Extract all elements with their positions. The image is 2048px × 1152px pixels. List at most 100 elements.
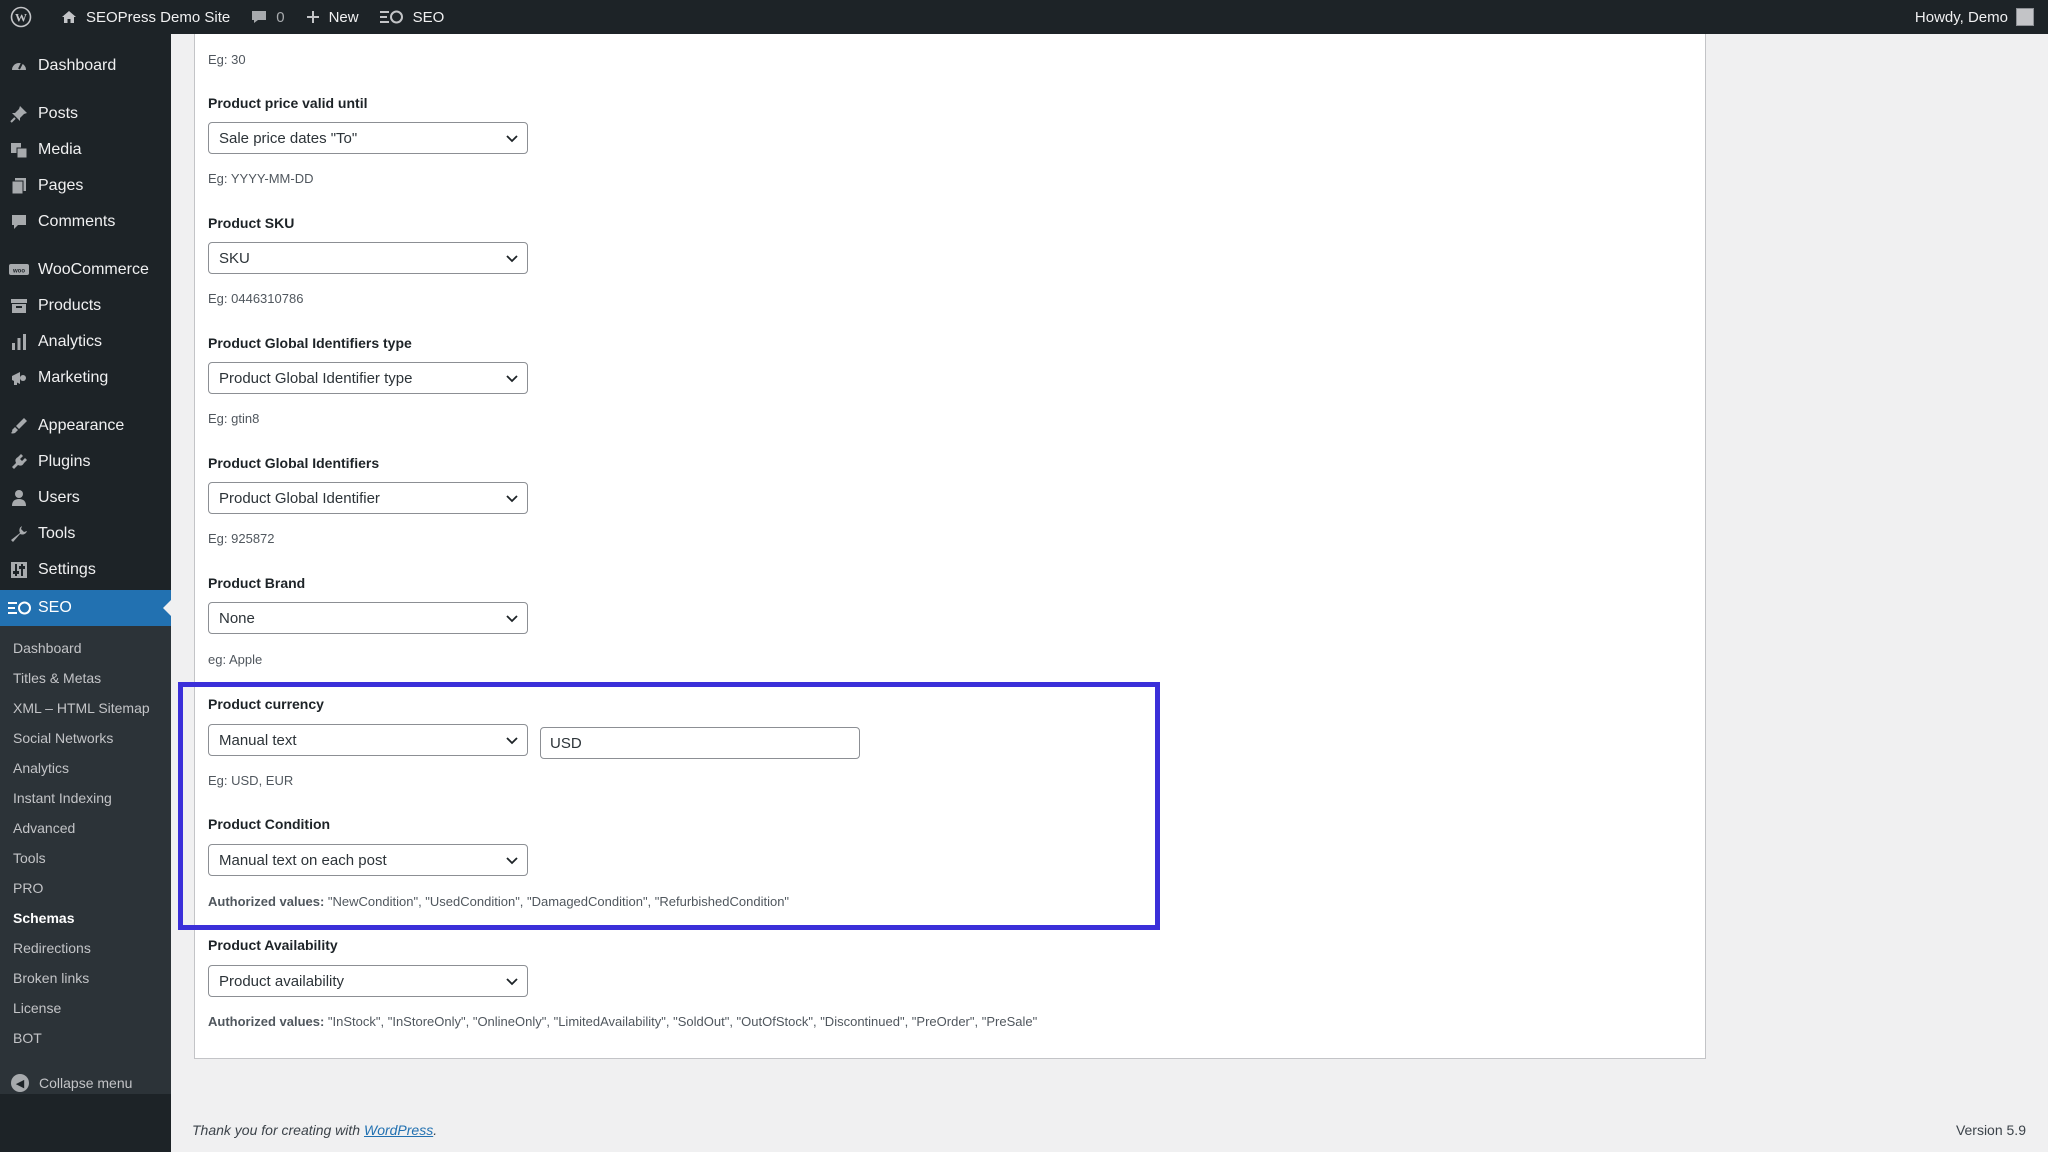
submenu-item-bot[interactable]: BOT [13, 1027, 42, 1049]
field-label-global-identifiers-type: Product Global Identifiers type [208, 335, 412, 351]
field-help: Eg: 0446310786 [208, 291, 304, 306]
sidebar-item-plugins[interactable]: Plugins [0, 444, 171, 480]
sidebar-item-appearance[interactable]: Appearance [0, 408, 171, 444]
seo-submenu: Dashboard Titles & Metas XML – HTML Site… [0, 626, 171, 1094]
site-name: SEOPress Demo Site [86, 8, 231, 26]
submenu-item-analytics[interactable]: Analytics [13, 757, 69, 779]
select-value: Sale price dates "To" [219, 129, 358, 147]
select-value: SKU [219, 249, 250, 267]
submenu-item-schemas[interactable]: Schemas [13, 907, 74, 929]
current-menu-arrow [163, 600, 171, 616]
availability-select[interactable]: Product availability [208, 965, 528, 997]
sidebar-item-label: Pages [38, 177, 84, 194]
footer-thanks: Thank you for creating with WordPress. [192, 1122, 437, 1138]
field-label-sku: Product SKU [208, 215, 295, 231]
sidebar-item-label: Plugins [38, 453, 91, 470]
sidebar-item-dashboard[interactable]: Dashboard [0, 48, 171, 84]
sidebar-item-label: Analytics [38, 333, 103, 350]
help-prefix: Authorized values: [208, 1014, 325, 1029]
seo-adminbar-link[interactable]: SEO [369, 0, 455, 34]
sidebar-item-label: Products [38, 297, 102, 314]
user-icon [9, 488, 29, 508]
bar-chart-icon [9, 332, 29, 352]
price-valid-until-select[interactable]: Sale price dates "To" [208, 122, 528, 154]
footer-thanks-text: Thank you for creating with [192, 1122, 361, 1138]
sidebar-item-media[interactable]: Media [0, 132, 171, 168]
sidebar-item-label: WooCommerce [38, 261, 149, 278]
seo-icon [379, 10, 403, 24]
sidebar-item-pages[interactable]: Pages [0, 168, 171, 204]
sidebar-item-comments[interactable]: Comments [0, 204, 171, 240]
select-value: None [219, 609, 255, 627]
avatar [2016, 8, 2034, 26]
admin-sidebar: Dashboard Posts Media Pages Comments woo… [0, 34, 171, 1152]
submenu-item-advanced[interactable]: Advanced [13, 817, 75, 839]
sidebar-item-posts[interactable]: Posts [0, 96, 171, 132]
sidebar-item-settings[interactable]: Settings [0, 552, 171, 588]
sidebar-item-products[interactable]: Products [0, 288, 171, 324]
woo-icon: woo [9, 260, 29, 280]
pages-icon [9, 176, 29, 196]
comments-link[interactable]: 0 [240, 0, 294, 34]
sku-select[interactable]: SKU [208, 242, 528, 274]
sidebar-item-label: SEO [38, 599, 72, 616]
chevron-down-icon [506, 495, 518, 503]
field-label-availability: Product Availability [208, 937, 338, 953]
collapse-menu-button[interactable]: ◀ Collapse menu [0, 1066, 171, 1100]
submenu-item-sitemap[interactable]: XML – HTML Sitemap [13, 697, 150, 719]
sidebar-item-analytics[interactable]: Analytics [0, 324, 171, 360]
svg-text:woo: woo [12, 269, 25, 275]
select-value: Product availability [219, 972, 345, 990]
wordpress-link[interactable]: WordPress [364, 1122, 433, 1138]
field-label-price-valid-until: Product price valid until [208, 95, 368, 111]
select-value: Product Global Identifier type [219, 369, 413, 387]
submenu-item-titles-metas[interactable]: Titles & Metas [13, 667, 101, 689]
account-menu[interactable]: Howdy, Demo [1915, 8, 2048, 26]
sidebar-item-marketing[interactable]: Marketing [0, 360, 171, 396]
field-help: Eg: 30 [208, 52, 246, 67]
submenu-item-tools[interactable]: Tools [13, 847, 46, 869]
sidebar-item-seo[interactable]: SEO [0, 590, 171, 626]
global-identifiers-select[interactable]: Product Global Identifier [208, 482, 528, 514]
submenu-item-instant-indexing[interactable]: Instant Indexing [13, 787, 112, 809]
field-help: eg: Apple [208, 652, 263, 667]
sidebar-item-woocommerce[interactable]: woo WooCommerce [0, 252, 171, 288]
sidebar-item-users[interactable]: Users [0, 480, 171, 516]
wordpress-logo-icon[interactable]: W [0, 0, 50, 34]
chevron-down-icon [506, 135, 518, 143]
global-identifiers-type-select[interactable]: Product Global Identifier type [208, 362, 528, 394]
collapse-menu-label: Collapse menu [39, 1075, 133, 1091]
submenu-item-broken-links[interactable]: Broken links [13, 967, 89, 989]
collapse-arrow-icon: ◀ [11, 1074, 29, 1092]
sidebar-item-label: Marketing [38, 369, 109, 386]
seo-label: SEO [412, 8, 445, 26]
field-help: Eg: YYYY-MM-DD [208, 171, 314, 186]
pin-icon [9, 104, 29, 124]
new-content-link[interactable]: New [295, 0, 369, 34]
archive-icon [9, 296, 29, 316]
highlight-box [178, 682, 1160, 930]
submenu-item-dashboard[interactable]: Dashboard [13, 637, 82, 659]
sidebar-item-label: Users [38, 489, 80, 506]
sidebar-item-label: Dashboard [38, 57, 117, 74]
submenu-item-license[interactable]: License [13, 997, 61, 1019]
select-value: Product Global Identifier [219, 489, 380, 507]
svg-text:W: W [15, 11, 27, 25]
brush-icon [9, 416, 29, 436]
chevron-down-icon [506, 255, 518, 263]
submenu-item-pro[interactable]: PRO [13, 877, 43, 899]
field-help-authorized-values: Authorized values: "InStock", "InStoreOn… [208, 1014, 1037, 1029]
new-label: New [328, 8, 359, 26]
sidebar-item-label: Settings [38, 561, 96, 578]
sidebar-item-label: Media [38, 141, 82, 158]
brand-select[interactable]: None [208, 602, 528, 634]
chevron-down-icon [506, 978, 518, 986]
megaphone-icon [9, 368, 29, 388]
plus-icon [306, 11, 319, 23]
submenu-item-redirections[interactable]: Redirections [13, 937, 91, 959]
submenu-item-social-networks[interactable]: Social Networks [13, 727, 113, 749]
sliders-icon [9, 560, 29, 580]
field-help: Eg: 925872 [208, 531, 275, 546]
sidebar-item-tools[interactable]: Tools [0, 516, 171, 552]
site-name-link[interactable]: SEOPress Demo Site [50, 0, 240, 34]
